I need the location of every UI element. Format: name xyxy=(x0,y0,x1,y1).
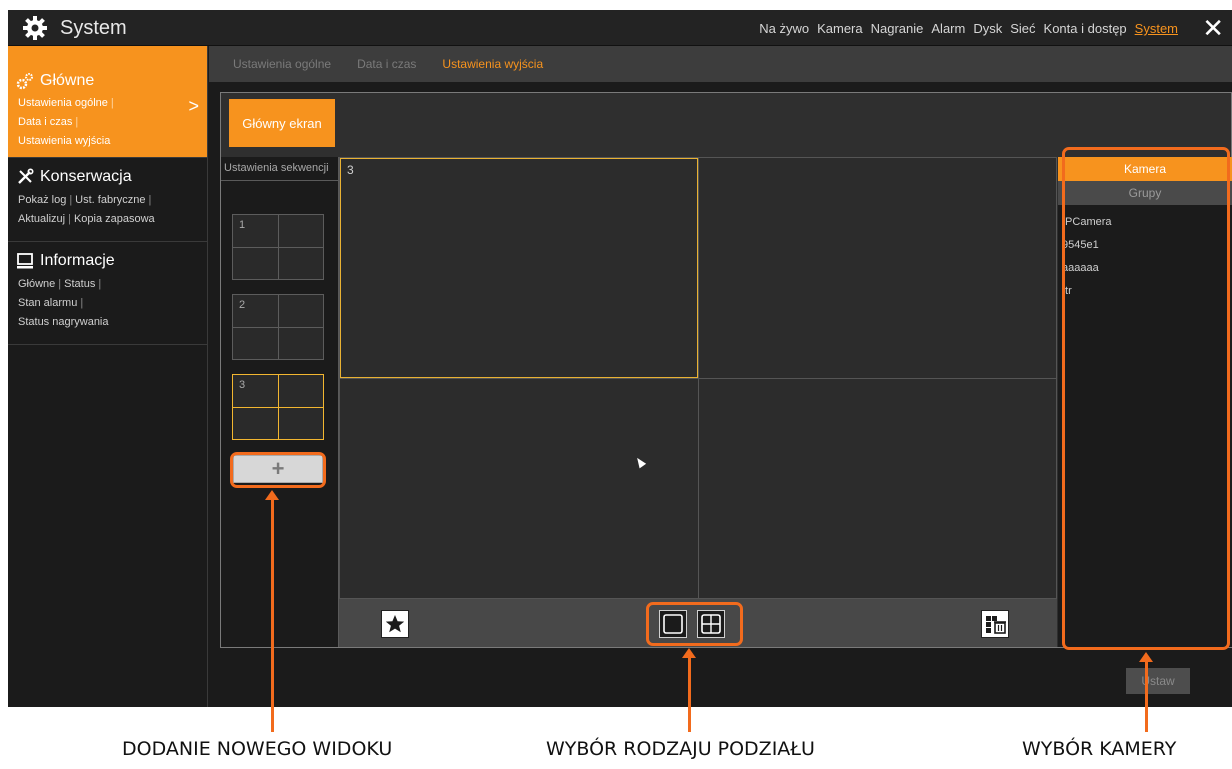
nav-network[interactable]: Sieć xyxy=(1010,21,1035,36)
sidebar-item-recording-status[interactable]: Status nagrywania xyxy=(18,316,109,328)
nav-alarm[interactable]: Alarm xyxy=(931,21,965,36)
sidebar-item-general-settings[interactable]: Ustawienia ogólne xyxy=(18,97,108,109)
caption-camera-select: WYBÓR KAMERY xyxy=(1022,738,1177,760)
caption-add-view: DODANIE NOWEGO WIDOKU xyxy=(122,738,393,760)
tab-general-settings[interactable]: Ustawienia ogólne xyxy=(233,57,331,71)
sidebar-info-title: Informacje xyxy=(40,252,115,269)
nav-live[interactable]: Na żywo xyxy=(759,21,809,36)
view-thumbnail-1[interactable]: 1 xyxy=(232,214,324,280)
annotation-highlight-add-view xyxy=(230,452,326,488)
sidebar-section-title[interactable]: Informacje xyxy=(16,252,199,270)
close-icon[interactable]: ✕ xyxy=(1202,14,1224,42)
sidebar-item-output-settings[interactable]: Ustawienia wyjścia xyxy=(18,135,110,147)
top-bar: System Na żywo Kamera Nagranie Alarm Dys… xyxy=(8,10,1232,46)
sidebar-general-title: Główne xyxy=(40,72,95,89)
gear-icon xyxy=(23,16,47,40)
sidebar-item-main[interactable]: Główne xyxy=(18,278,55,290)
main-screen-tab[interactable]: Główny ekran xyxy=(229,99,335,147)
annotation-arrow-icon xyxy=(1139,652,1153,662)
nav-camera[interactable]: Kamera xyxy=(817,21,863,36)
tab-output-settings[interactable]: Ustawienia wyjścia xyxy=(442,57,543,71)
sidebar-section-general: Główne Ustawienia ogólne | Data i czas | U… xyxy=(8,46,207,158)
sidebar-item-backup[interactable]: Kopia zapasowa xyxy=(74,213,155,225)
view-cell-label: 3 xyxy=(347,163,354,177)
sidebar-item-date-time[interactable]: Data i czas xyxy=(18,116,72,128)
view-split-grid: 3 xyxy=(339,157,1057,599)
sidebar: Główne Ustawienia ogólne | Data i czas | U… xyxy=(8,46,208,707)
sequence-header: Ustawienia sekwencji xyxy=(221,157,338,181)
view-thumbnail-3[interactable]: 3 xyxy=(232,374,324,440)
clear-view-button[interactable] xyxy=(981,610,1009,638)
nav-accounts[interactable]: Konta i dostęp xyxy=(1044,21,1127,36)
view-number: 2 xyxy=(239,299,246,311)
grid-trash-icon xyxy=(986,616,1006,634)
annotation-arrow-icon xyxy=(265,490,279,500)
star-icon xyxy=(385,615,405,633)
sidebar-section-title[interactable]: Konserwacja xyxy=(16,168,199,186)
subtabs: Ustawienia ogólne Data i czas Ustawienia… xyxy=(209,46,1232,82)
sidebar-section-maintenance: Konserwacja Pokaż log | Ust. fabryczne | Ak… xyxy=(8,158,207,242)
sidebar-general-links: Ustawienia ogólne | Data i czas | Ustawien… xyxy=(18,97,114,147)
annotation-arrow-line xyxy=(271,500,274,732)
sequence-column: Ustawienia sekwencji 1 2 3 + xyxy=(221,157,339,647)
app-title: System xyxy=(60,17,127,39)
view-number: 3 xyxy=(239,379,246,391)
sidebar-maintenance-links: Pokaż log | Ust. fabryczne | Aktualizuj | Kop… xyxy=(18,194,155,225)
sidebar-section-title[interactable]: Główne xyxy=(16,72,199,90)
sidebar-item-factory-settings[interactable]: Ust. fabryczne xyxy=(75,194,145,206)
annotation-highlight-layout xyxy=(646,602,743,646)
gears-icon xyxy=(16,73,33,90)
view-cell[interactable] xyxy=(698,378,1056,598)
nav-recording[interactable]: Nagranie xyxy=(871,21,924,36)
mouse-cursor-icon xyxy=(633,455,647,468)
annotation-highlight-camera-panel xyxy=(1062,147,1230,650)
view-thumbnail-2[interactable]: 2 xyxy=(232,294,324,360)
caption-split-type: WYBÓR RODZAJU PODZIAŁU xyxy=(546,738,815,760)
annotation-arrow-line xyxy=(1145,662,1148,732)
annotation-arrow-icon xyxy=(682,648,696,658)
view-number: 1 xyxy=(239,219,246,231)
tools-icon xyxy=(18,168,34,184)
nav-disk[interactable]: Dysk xyxy=(973,21,1002,36)
sidebar-item-update[interactable]: Aktualizuj xyxy=(18,213,65,225)
view-cell[interactable] xyxy=(698,158,1056,378)
annotation-arrow-line xyxy=(688,658,691,732)
sidebar-item-status[interactable]: Status xyxy=(64,278,95,290)
top-nav: Na żywo Kamera Nagranie Alarm Dysk Sieć … xyxy=(759,21,1178,36)
view-cell[interactable] xyxy=(340,378,698,598)
sidebar-maintenance-title: Konserwacja xyxy=(40,168,132,185)
sidebar-section-info: Informacje Główne | Status | Stan alarmu | S… xyxy=(8,242,207,345)
nav-system[interactable]: System xyxy=(1135,21,1178,36)
favorite-button[interactable] xyxy=(381,610,409,638)
sidebar-item-show-log[interactable]: Pokaż log xyxy=(18,194,66,206)
sidebar-info-links: Główne | Status | Stan alarmu | Status nagry… xyxy=(18,278,109,328)
tab-date-time[interactable]: Data i czas xyxy=(357,57,416,71)
computer-icon xyxy=(17,253,33,269)
sidebar-item-alarm-state[interactable]: Stan alarmu xyxy=(18,297,77,309)
dvr-screen: System Na żywo Kamera Nagranie Alarm Dys… xyxy=(8,10,1232,707)
set-button[interactable]: Ustaw xyxy=(1126,668,1190,694)
chevron-right-icon: > xyxy=(188,96,199,116)
view-cell[interactable]: 3 xyxy=(340,158,698,378)
